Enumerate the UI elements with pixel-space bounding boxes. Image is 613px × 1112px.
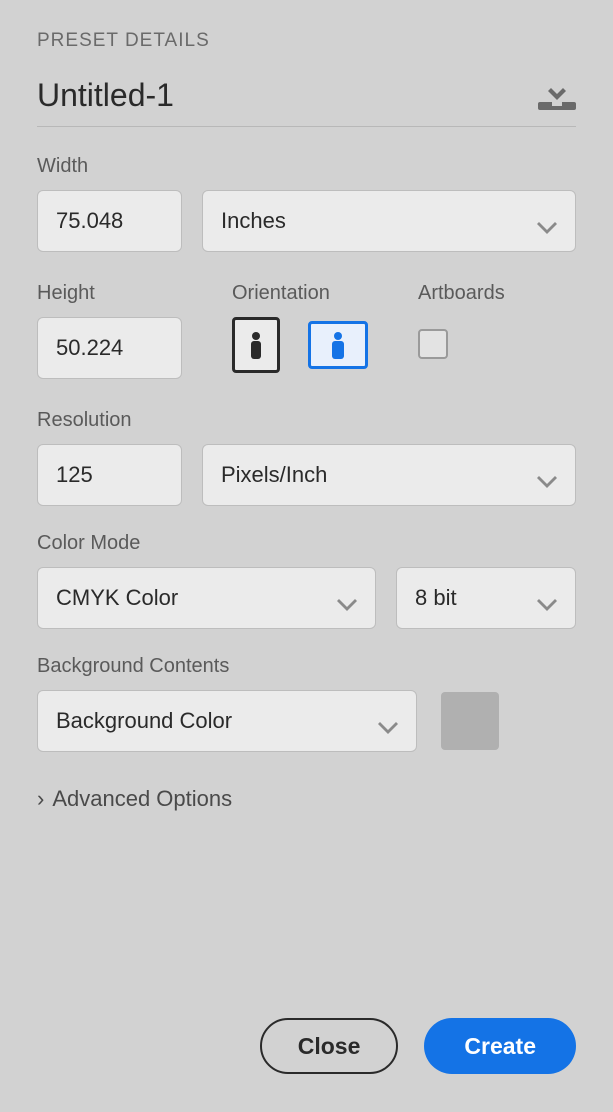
bit-depth-value: 8 bit — [415, 585, 457, 611]
preset-name-input[interactable] — [37, 77, 437, 114]
chevron-down-icon — [537, 468, 557, 482]
background-label: Background Contents — [37, 655, 576, 678]
background-contents-value: Background Color — [56, 708, 232, 734]
color-mode-select[interactable]: CMYK Color — [37, 567, 376, 629]
advanced-options-toggle[interactable]: › Advanced Options — [37, 786, 576, 812]
bit-depth-select[interactable]: 8 bit — [396, 567, 576, 629]
width-unit-select[interactable]: Inches — [202, 190, 576, 252]
artboards-label: Artboards — [418, 282, 505, 305]
width-input[interactable] — [56, 191, 163, 251]
resolution-unit-value: Pixels/Inch — [221, 462, 327, 488]
advanced-options-label: Advanced Options — [52, 786, 232, 812]
chevron-down-icon — [537, 591, 557, 605]
width-unit-value: Inches — [221, 208, 286, 234]
width-label: Width — [37, 155, 576, 178]
width-input-wrapper — [37, 190, 182, 252]
chevron-right-icon: › — [37, 786, 44, 812]
height-input[interactable] — [56, 318, 163, 378]
orientation-portrait-button[interactable] — [232, 317, 280, 373]
preset-details-label: PRESET DETAILS — [37, 30, 576, 52]
background-color-swatch[interactable] — [441, 692, 499, 750]
resolution-input[interactable] — [56, 445, 163, 505]
chevron-down-icon — [537, 214, 557, 228]
resolution-input-wrapper — [37, 444, 182, 506]
create-button[interactable]: Create — [424, 1018, 576, 1074]
orientation-label: Orientation — [232, 282, 368, 305]
artboards-checkbox[interactable] — [418, 329, 448, 359]
resolution-unit-select[interactable]: Pixels/Inch — [202, 444, 576, 506]
close-button[interactable]: Close — [260, 1018, 399, 1074]
color-mode-label: Color Mode — [37, 532, 576, 555]
height-label: Height — [37, 282, 202, 305]
orientation-landscape-button[interactable] — [308, 321, 368, 369]
color-mode-value: CMYK Color — [56, 585, 178, 611]
resolution-label: Resolution — [37, 409, 576, 432]
save-preset-icon[interactable] — [538, 82, 576, 110]
chevron-down-icon — [337, 591, 357, 605]
chevron-down-icon — [378, 714, 398, 728]
background-contents-select[interactable]: Background Color — [37, 690, 417, 752]
height-input-wrapper — [37, 317, 182, 379]
